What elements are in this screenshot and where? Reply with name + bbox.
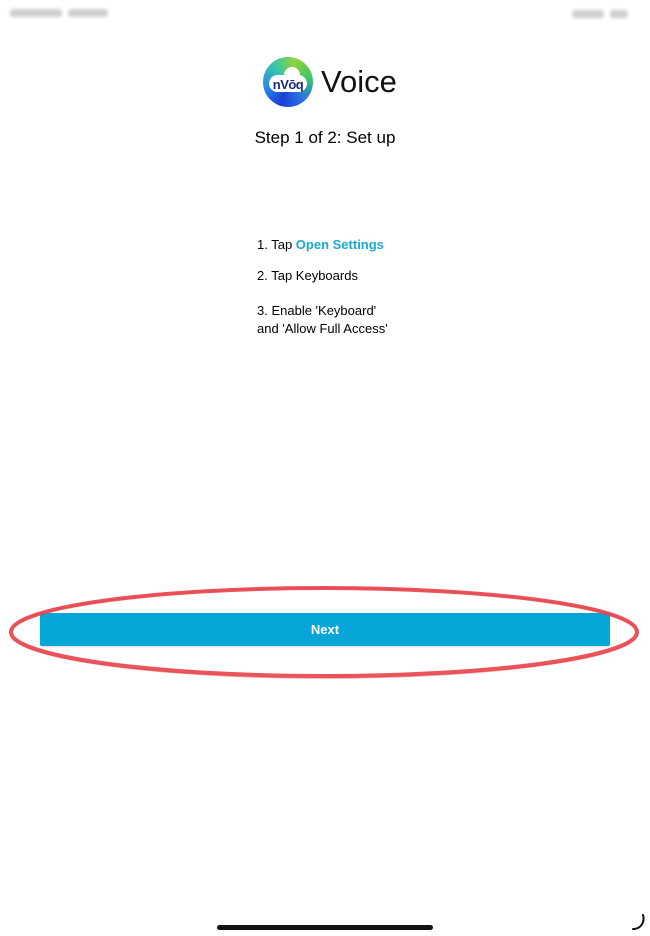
status-bar-time-date [10, 9, 120, 17]
instruction-step-3-line-2: and 'Allow Full Access' [257, 321, 388, 336]
next-button[interactable]: Next [40, 613, 610, 646]
open-settings-link[interactable]: Open Settings [296, 237, 384, 252]
status-bar-battery [572, 9, 636, 18]
instruction-step-3-line-1: 3. Enable 'Keyboard' [257, 303, 377, 318]
logo-text: nVōq [272, 76, 304, 92]
instruction-step-2: 2. Tap Keyboards [257, 268, 358, 283]
step-title: Step 1 of 2: Set up [254, 128, 396, 147]
setup-screen: nVōq Voice Step 1 of 2: Set up 1. Tap Op… [0, 0, 650, 936]
app-header: nVōq Voice [263, 57, 397, 107]
instruction-step-3: 3. Enable 'Keyboard' and 'Allow Full Acc… [257, 302, 388, 338]
app-name: Voice [321, 64, 397, 99]
nvoq-logo-icon: nVōq [263, 57, 313, 107]
instruction-step-1-text: 1. Tap [257, 237, 296, 252]
status-bar [0, 0, 650, 28]
home-indicator[interactable] [217, 925, 433, 930]
loading-spinner-icon [632, 914, 645, 930]
instruction-step-1: 1. Tap Open Settings [257, 236, 384, 254]
